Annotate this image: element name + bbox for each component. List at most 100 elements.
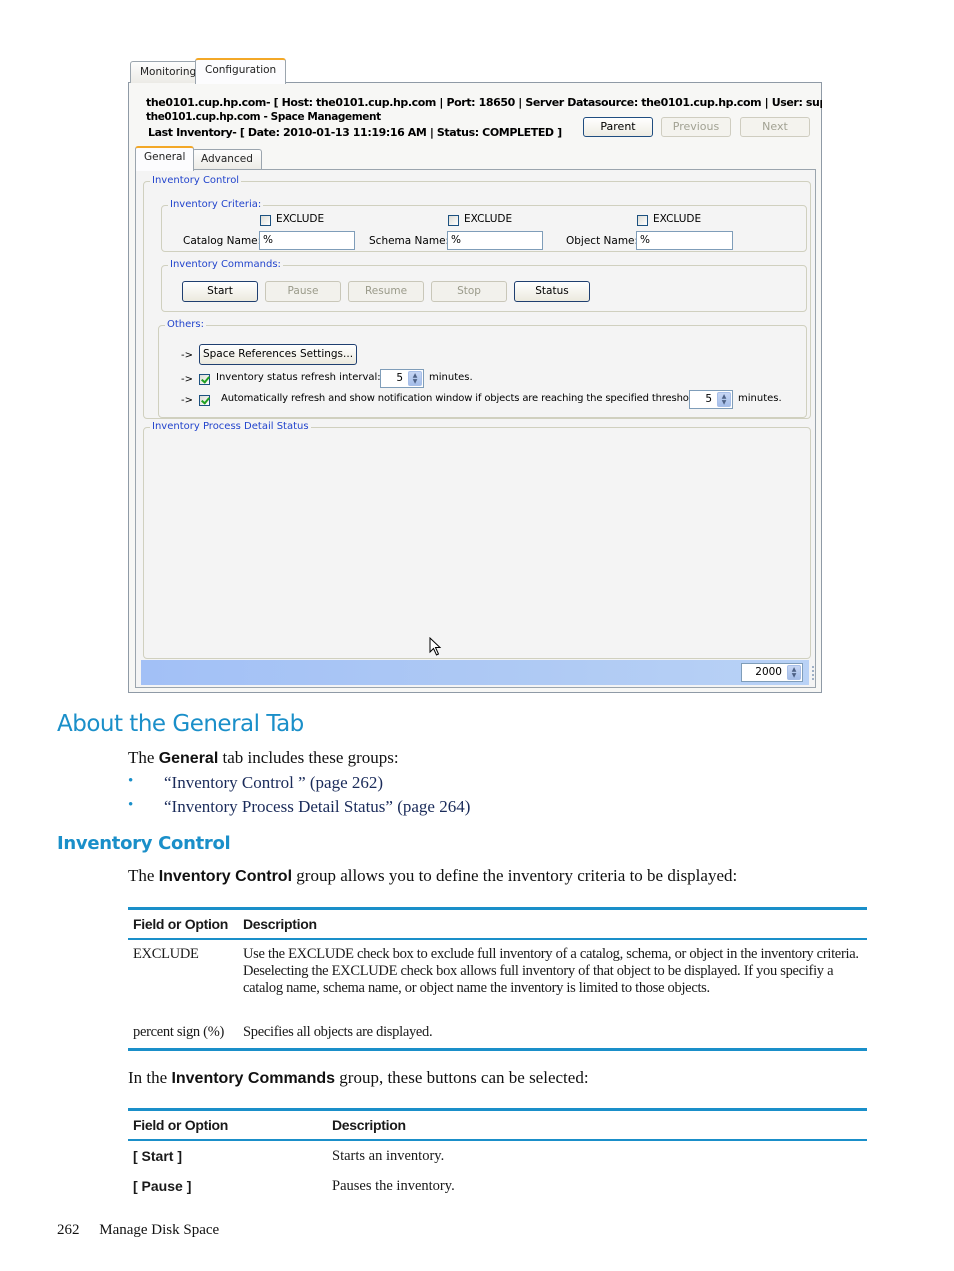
parent-button[interactable]: Parent — [583, 117, 653, 137]
section-heading-general-tab: About the General Tab — [57, 711, 304, 737]
refresh-interval-label: Inventory status refresh interval: — [216, 372, 381, 383]
auto-refresh-value: 5 — [705, 393, 712, 405]
refresh-interval-checkbox[interactable] — [199, 374, 210, 385]
last-inventory-status: Last Inventory- [ Date: 2010-01-13 11:19… — [148, 126, 562, 139]
catalog-name-label: Catalog Name: — [183, 235, 262, 247]
inventory-commands-paragraph: In the Inventory Commands group, these b… — [128, 1068, 589, 1088]
inventory-criteria-title: Inventory Criteria: — [168, 199, 264, 211]
table-row: [ Start ] Starts an inventory. — [128, 1141, 867, 1171]
cmd-bold: Inventory Commands — [171, 1070, 336, 1087]
detail-status-title: Inventory Process Detail Status — [150, 421, 311, 433]
mouse-cursor-icon — [429, 637, 442, 656]
intro-text: The — [128, 748, 159, 767]
resize-grip-icon[interactable] — [812, 666, 815, 680]
table-cell-description: Pauses the inventory. — [332, 1177, 455, 1194]
catalog-name-input[interactable]: % — [259, 231, 355, 250]
resume-button[interactable]: Resume — [348, 281, 424, 302]
row-limit-spinner[interactable]: 2000 ▲ ▼ — [741, 663, 803, 682]
next-button[interactable]: Next — [740, 117, 810, 137]
table-header-row: Field or Option Description — [128, 910, 867, 940]
catalog-exclude-label: EXCLUDE — [276, 213, 325, 225]
table-cell-field: percent sign (%) — [133, 1024, 225, 1040]
tab-configuration[interactable]: Configuration — [195, 58, 287, 84]
spinner-updown-icon[interactable]: ▲ ▼ — [408, 371, 422, 386]
inventory-criteria-group: Inventory Criteria: EXCLUDE Catalog Name… — [161, 199, 807, 252]
table-cell-description: Specifies all objects are displayed. — [243, 1024, 433, 1040]
schema-exclude-label: EXCLUDE — [464, 213, 513, 225]
refresh-interval-value: 5 — [396, 372, 403, 384]
table-header-description: Description — [332, 1116, 406, 1133]
auto-refresh-checkbox[interactable] — [199, 395, 210, 406]
general-tab-panel: Inventory Control Inventory Criteria: EX… — [135, 169, 816, 688]
inventory-control-group: Inventory Control Inventory Criteria: EX… — [143, 175, 811, 419]
space-management-window: Monitoring Configuration the0101.cup.hp.… — [128, 58, 822, 693]
others-title: Others: — [165, 319, 206, 331]
schema-exclude-checkbox[interactable] — [448, 215, 459, 226]
connection-info: the0101.cup.hp.com- [ Host: the0101.cup.… — [146, 96, 822, 109]
module-title: the0101.cup.hp.com - Space Management — [146, 111, 381, 123]
tab-general[interactable]: General — [135, 146, 195, 171]
table-header-field: Field or Option — [133, 916, 229, 932]
bullet-link-text[interactable]: “Inventory Control ” (page 262) — [164, 773, 383, 793]
pause-button[interactable]: Pause — [265, 281, 341, 302]
page-footer: 262 Manage Disk Space — [57, 1222, 219, 1239]
inventory-commands-title: Inventory Commands: — [168, 259, 283, 271]
table-header-description: Description — [243, 915, 317, 932]
intro-bold: General — [158, 750, 219, 767]
table-row: [ Pause ] Pauses the inventory. — [128, 1171, 867, 1201]
row-limit-value: 2000 — [755, 666, 782, 678]
ic-text-after: group allows you to define the inventory… — [292, 866, 738, 885]
general-intro-paragraph: The General tab includes these groups: — [128, 748, 399, 768]
table-header-field: Field or Option — [133, 1117, 229, 1133]
auto-refresh-spinner[interactable]: 5 ▲ ▼ — [689, 390, 733, 409]
page-number: 262 — [57, 1222, 80, 1238]
table-cell-field: EXCLUDE — [133, 946, 199, 962]
space-references-settings-button[interactable]: Space References Settings... — [199, 344, 357, 365]
bullet-link-text[interactable]: “Inventory Process Detail Status” (page … — [164, 797, 470, 817]
footer-section-title: Manage Disk Space — [99, 1222, 220, 1238]
object-name-input[interactable]: % — [636, 231, 733, 250]
table-row: EXCLUDE Use the EXCLUDE check box to exc… — [128, 940, 867, 1020]
arrow-indicator: -> — [181, 395, 193, 406]
arrow-indicator: -> — [181, 350, 193, 361]
spinner-updown-icon[interactable]: ▲ ▼ — [717, 392, 731, 407]
status-button[interactable]: Status — [514, 281, 590, 302]
table-header-row: Field or Option Description — [128, 1111, 867, 1141]
schema-name-input[interactable]: % — [447, 231, 543, 250]
cmd-text: In the — [128, 1068, 172, 1087]
tab-advanced[interactable]: Advanced — [192, 149, 262, 170]
arrow-indicator: -> — [181, 374, 193, 385]
others-group: Others: -> Space References Settings... … — [158, 319, 807, 418]
bullet-icon: • — [128, 773, 134, 789]
refresh-interval-spinner[interactable]: 5 ▲ ▼ — [380, 369, 424, 388]
inventory-control-title: Inventory Control — [150, 175, 242, 187]
ic-bold: Inventory Control — [158, 868, 293, 885]
subsection-heading-inventory-control: Inventory Control — [57, 833, 231, 854]
object-name-label: Object Name: — [566, 235, 639, 247]
table-cell-description: Use the EXCLUDE check box to exclude ful… — [243, 946, 859, 996]
intro-text-after: tab includes these groups: — [218, 748, 399, 767]
table-cell-description: Starts an inventory. — [332, 1147, 445, 1164]
table-row: percent sign (%) Specifies all objects a… — [128, 1020, 867, 1041]
schema-name-label: Schema Name: — [369, 235, 450, 247]
inventory-control-table: Field or Option Description EXCLUDE Use … — [128, 907, 867, 1051]
object-exclude-label: EXCLUDE — [653, 213, 702, 225]
table-cell-field: [ Start ] — [133, 1148, 182, 1164]
inventory-commands-table: Field or Option Description [ Start ] St… — [128, 1108, 867, 1201]
inventory-commands-group: Inventory Commands: Start Pause Resume S… — [161, 259, 807, 312]
inventory-control-paragraph: The Inventory Control group allows you t… — [128, 866, 737, 886]
bullet-icon: • — [128, 797, 134, 813]
ic-text: The — [128, 866, 159, 885]
object-exclude-checkbox[interactable] — [637, 215, 648, 226]
refresh-interval-unit: minutes. — [429, 372, 473, 383]
previous-button[interactable]: Previous — [661, 117, 731, 137]
cmd-text-after: group, these buttons can be selected: — [335, 1068, 589, 1087]
catalog-exclude-checkbox[interactable] — [260, 215, 271, 226]
auto-refresh-label: Automatically refresh and show notificat… — [221, 393, 701, 404]
status-bar: 2000 ▲ ▼ — [141, 660, 814, 685]
start-button[interactable]: Start — [182, 281, 258, 302]
stop-button[interactable]: Stop — [431, 281, 507, 302]
table-cell-field: [ Pause ] — [133, 1178, 192, 1194]
auto-refresh-unit: minutes. — [738, 393, 782, 404]
spinner-updown-icon[interactable]: ▲ ▼ — [787, 665, 801, 680]
